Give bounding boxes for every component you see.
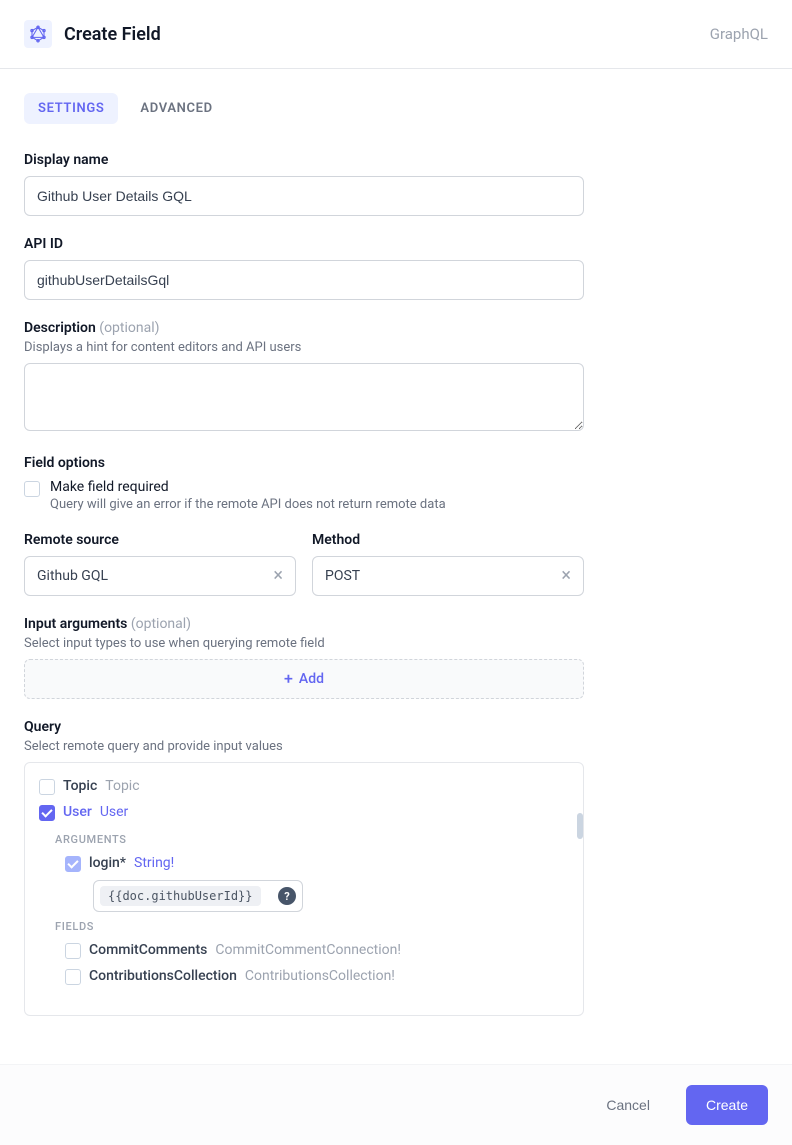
description-label: Description (optional) <box>24 320 768 336</box>
method-label: Method <box>312 532 584 548</box>
commitcomments-checkbox[interactable] <box>65 943 81 959</box>
api-id-input[interactable] <box>24 260 584 300</box>
dialog-header: Create Field GraphQL <box>0 0 792 69</box>
display-name-input[interactable] <box>24 176 584 216</box>
close-icon[interactable]: × <box>273 567 283 585</box>
description-input[interactable] <box>24 363 584 431</box>
commitcomments-type: CommitCommentConnection! <box>215 942 401 958</box>
method-value: POST <box>325 568 561 584</box>
cancel-button[interactable]: Cancel <box>586 1085 670 1125</box>
input-args-label-text: Input arguments <box>24 616 127 632</box>
close-icon[interactable]: × <box>561 567 571 585</box>
topic-checkbox[interactable] <box>39 779 55 795</box>
required-label: Make field required <box>50 479 768 495</box>
form-content: SETTINGS ADVANCED Display name API ID De… <box>0 69 792 1064</box>
topic-type: Topic <box>105 778 139 794</box>
required-checkbox[interactable] <box>24 481 40 497</box>
input-args-hint: Select input types to use when querying … <box>24 636 768 651</box>
field-options-label: Field options <box>24 455 768 471</box>
tree-arg-login[interactable]: login* String! <box>65 850 575 876</box>
description-label-text: Description <box>24 320 96 336</box>
header-left: Create Field <box>24 20 161 48</box>
remote-source-select[interactable]: Github GQL × <box>24 556 296 596</box>
api-id-label: API ID <box>24 236 768 252</box>
add-input-arg-button[interactable]: + Add <box>24 659 584 699</box>
topic-name: Topic <box>63 778 97 794</box>
description-optional: (optional) <box>99 320 159 336</box>
remote-source-value: Github GQL <box>37 568 273 584</box>
login-type: String! <box>134 855 174 871</box>
tab-advanced[interactable]: ADVANCED <box>126 93 226 124</box>
query-label: Query <box>24 719 768 735</box>
contributions-checkbox[interactable] <box>65 969 81 985</box>
remote-source-label: Remote source <box>24 532 296 548</box>
fields-section-label: FIELDS <box>55 920 575 933</box>
page-title: Create Field <box>64 24 161 45</box>
login-checkbox[interactable] <box>65 856 81 872</box>
add-label: Add <box>299 671 324 687</box>
tree-node-user[interactable]: User User <box>39 799 575 825</box>
plus-icon: + <box>284 671 293 687</box>
field-type-label: GraphQL <box>710 25 768 43</box>
commitcomments-name: CommitComments <box>89 942 207 958</box>
tabs: SETTINGS ADVANCED <box>24 93 768 124</box>
display-name-label: Display name <box>24 152 768 168</box>
tree-node-topic[interactable]: Topic Topic <box>39 773 575 799</box>
input-args-optional: (optional) <box>131 616 191 632</box>
input-args-label: Input arguments (optional) <box>24 616 768 632</box>
arguments-section-label: ARGUMENTS <box>55 833 575 846</box>
user-name: User <box>63 804 92 820</box>
contributions-type: ContributionsCollection! <box>245 968 395 984</box>
user-checkbox[interactable] <box>39 805 55 821</box>
method-select[interactable]: POST × <box>312 556 584 596</box>
description-hint: Displays a hint for content editors and … <box>24 340 768 355</box>
graphql-icon <box>24 20 52 48</box>
contributions-name: ContributionsCollection <box>89 968 237 984</box>
tab-settings[interactable]: SETTINGS <box>24 93 118 124</box>
tree-field-commitcomments[interactable]: CommitComments CommitCommentConnection! <box>65 937 575 963</box>
login-token: {{doc.githubUserId}} <box>100 886 261 906</box>
login-value-row: {{doc.githubUserId}} ? <box>93 880 575 912</box>
tree-field-contributions[interactable]: ContributionsCollection ContributionsCol… <box>65 963 575 989</box>
help-icon[interactable]: ? <box>278 887 296 905</box>
dialog-footer: Cancel Create <box>0 1064 792 1145</box>
login-name: login* <box>89 855 126 871</box>
login-value-input[interactable]: {{doc.githubUserId}} ? <box>93 880 303 912</box>
query-tree[interactable]: Topic Topic User User ARGUMENTS login* S… <box>24 762 584 1016</box>
create-button[interactable]: Create <box>686 1085 768 1125</box>
scrollbar-thumb[interactable] <box>577 813 583 839</box>
required-hint: Query will give an error if the remote A… <box>50 497 768 512</box>
query-hint: Select remote query and provide input va… <box>24 739 768 754</box>
user-type: User <box>100 804 128 820</box>
